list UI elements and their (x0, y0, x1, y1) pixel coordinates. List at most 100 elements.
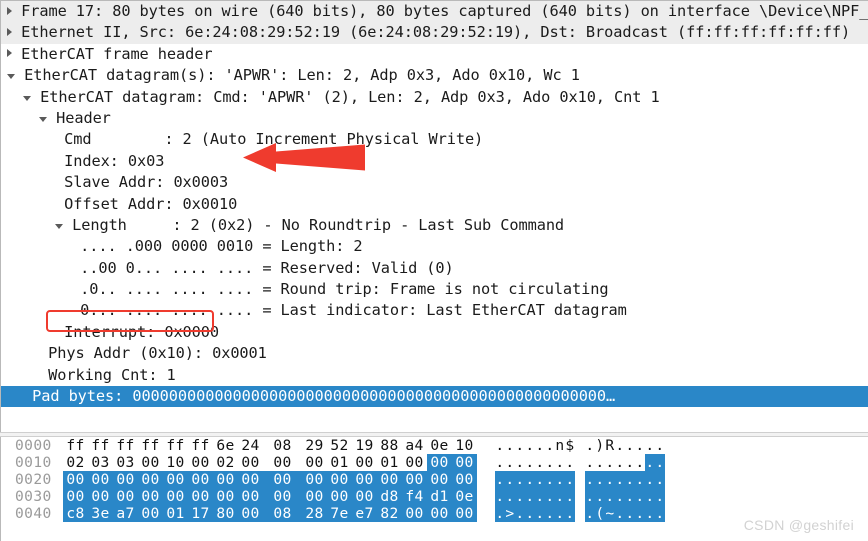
hex-dump-row[interactable]: 0010 02 03 03 00 10 00 02 00 00 00 01 00 01 00 00 00....… (1, 454, 868, 471)
hex-ascii-char[interactable]: . (525, 471, 535, 488)
detail-tree-row[interactable]: Working Cnt: 1 (1, 365, 868, 386)
hex-byte[interactable]: 00 (327, 471, 352, 488)
hex-ascii-char[interactable]: . (655, 505, 665, 522)
hex-byte[interactable]: 00 (238, 505, 263, 522)
detail-tree-row[interactable]: Interrupt: 0x0000 (1, 322, 868, 343)
hex-ascii-char[interactable]: . (525, 505, 535, 522)
hex-byte[interactable]: 6e (213, 437, 238, 454)
hex-ascii-char[interactable]: . (555, 505, 565, 522)
packet-bytes-pane[interactable]: 0000 ff ff ff ff ff ff 6e 24 08 29 52 19 88 a4 0e 10....… (0, 437, 868, 541)
detail-tree-row[interactable]: Frame 17: 80 bytes on wire (640 bits), 8… (1, 1, 868, 23)
hex-byte[interactable]: 00 (188, 454, 213, 471)
hex-ascii-char[interactable]: . (585, 505, 595, 522)
hex-ascii-char[interactable]: . (645, 488, 655, 505)
hex-byte[interactable]: 00 (138, 488, 163, 505)
hex-byte[interactable]: 00 (213, 488, 238, 505)
hex-ascii-char[interactable]: . (605, 471, 615, 488)
hex-byte[interactable]: 00 (402, 505, 427, 522)
hex-ascii-char[interactable]: . (655, 437, 665, 454)
hex-dump-row[interactable]: 0030 00 00 00 00 00 00 00 00 00 00 00 00 d8 f4 d1 0e....… (1, 488, 868, 505)
hex-byte[interactable]: 08 (263, 505, 302, 522)
hex-byte[interactable]: 00 (452, 454, 477, 471)
packet-detail-tree[interactable]: Frame 17: 80 bytes on wire (640 bits), 8… (1, 1, 868, 408)
detail-tree-row[interactable]: EtherCAT datagram(s): 'APWR': Len: 2, Ad… (1, 65, 868, 86)
hex-ascii-char[interactable]: . (645, 505, 655, 522)
hex-ascii-char[interactable]: . (635, 437, 645, 454)
hex-byte[interactable]: 00 (63, 488, 88, 505)
hex-byte[interactable]: 28 (302, 505, 327, 522)
hex-ascii-char[interactable]: . (635, 471, 645, 488)
hex-ascii-char[interactable]: . (615, 454, 625, 471)
hex-ascii-char[interactable]: . (555, 488, 565, 505)
chevron-down-icon[interactable] (39, 116, 47, 122)
hex-byte[interactable]: 03 (113, 454, 138, 471)
hex-byte[interactable]: 10 (163, 454, 188, 471)
hex-ascii-char[interactable]: . (615, 437, 625, 454)
hex-ascii-char[interactable]: . (535, 471, 545, 488)
hex-byte[interactable]: 82 (377, 505, 402, 522)
hex-ascii-char[interactable]: . (495, 454, 505, 471)
hex-byte[interactable]: ff (63, 437, 88, 454)
hex-ascii-char[interactable]: . (515, 488, 525, 505)
hex-ascii-char[interactable]: . (495, 471, 505, 488)
hex-ascii-char[interactable]: ~ (605, 505, 615, 522)
hex-byte[interactable]: 3e (88, 505, 113, 522)
hex-ascii-char[interactable]: . (585, 488, 595, 505)
hex-ascii-char[interactable]: . (585, 471, 595, 488)
hex-ascii-char[interactable]: . (535, 454, 545, 471)
hex-ascii-char[interactable]: . (655, 488, 665, 505)
hex-ascii-char[interactable]: . (625, 454, 635, 471)
hex-ascii-char[interactable]: . (615, 488, 625, 505)
hex-byte[interactable]: d1 (427, 488, 452, 505)
hex-byte[interactable]: 0e (427, 437, 452, 454)
hex-ascii-char[interactable]: R (605, 437, 615, 454)
hex-byte[interactable]: 00 (327, 488, 352, 505)
hex-ascii-char[interactable]: . (535, 505, 545, 522)
hex-byte[interactable]: 00 (113, 488, 138, 505)
hex-byte[interactable]: 00 (113, 471, 138, 488)
hex-byte[interactable]: 00 (238, 471, 263, 488)
hex-byte[interactable]: 00 (238, 488, 263, 505)
hex-ascii-char[interactable]: . (625, 471, 635, 488)
hex-ascii-char[interactable]: . (525, 454, 535, 471)
hex-byte[interactable]: 00 (88, 471, 113, 488)
hex-ascii-char[interactable]: . (545, 437, 555, 454)
hex-byte[interactable]: 00 (263, 471, 302, 488)
hex-byte[interactable]: 00 (188, 488, 213, 505)
hex-ascii-char[interactable]: . (635, 505, 645, 522)
hex-ascii-char[interactable]: . (515, 505, 525, 522)
hex-byte[interactable]: 00 (188, 471, 213, 488)
hex-byte[interactable]: ff (138, 437, 163, 454)
chevron-right-icon[interactable] (7, 49, 12, 58)
hex-byte[interactable]: 00 (302, 488, 327, 505)
hex-byte[interactable]: 02 (213, 454, 238, 471)
hex-byte[interactable]: 00 (302, 454, 327, 471)
hex-byte[interactable]: 19 (352, 437, 377, 454)
hex-byte[interactable]: ff (113, 437, 138, 454)
hex-dump-row[interactable]: 0020 00 00 00 00 00 00 00 00 00 00 00 00 00 00 00 00....… (1, 471, 868, 488)
hex-byte[interactable]: 00 (238, 454, 263, 471)
hex-ascii-char[interactable]: . (505, 488, 515, 505)
hex-ascii-char[interactable]: . (535, 437, 545, 454)
hex-byte[interactable]: 00 (427, 471, 452, 488)
hex-ascii-char[interactable]: . (545, 454, 555, 471)
hex-byte[interactable]: 17 (188, 505, 213, 522)
detail-tree-row[interactable]: Cmd : 2 (Auto Increment Physical Write) (1, 129, 868, 150)
hex-byte[interactable]: a7 (113, 505, 138, 522)
hex-ascii-char[interactable]: . (565, 505, 575, 522)
hex-byte[interactable]: 00 (138, 505, 163, 522)
hex-ascii-char[interactable]: . (505, 454, 515, 471)
hex-ascii-char[interactable]: . (515, 454, 525, 471)
chevron-right-icon[interactable] (7, 27, 12, 36)
hex-byte[interactable]: 00 (163, 488, 188, 505)
detail-tree-row[interactable]: Phys Addr (0x10): 0x0001 (1, 343, 868, 364)
hex-byte[interactable]: 00 (352, 454, 377, 471)
hex-byte[interactable]: 00 (452, 505, 477, 522)
hex-ascii-char[interactable]: . (605, 488, 615, 505)
hex-byte[interactable]: 00 (452, 471, 477, 488)
hex-ascii-char[interactable]: . (545, 505, 555, 522)
detail-tree-row[interactable]: Pad bytes: 00000000000000000000000000000… (1, 386, 868, 408)
hex-ascii-char[interactable]: $ (565, 437, 575, 454)
hex-ascii-char[interactable]: . (595, 454, 605, 471)
hex-ascii-char[interactable]: ) (595, 437, 605, 454)
